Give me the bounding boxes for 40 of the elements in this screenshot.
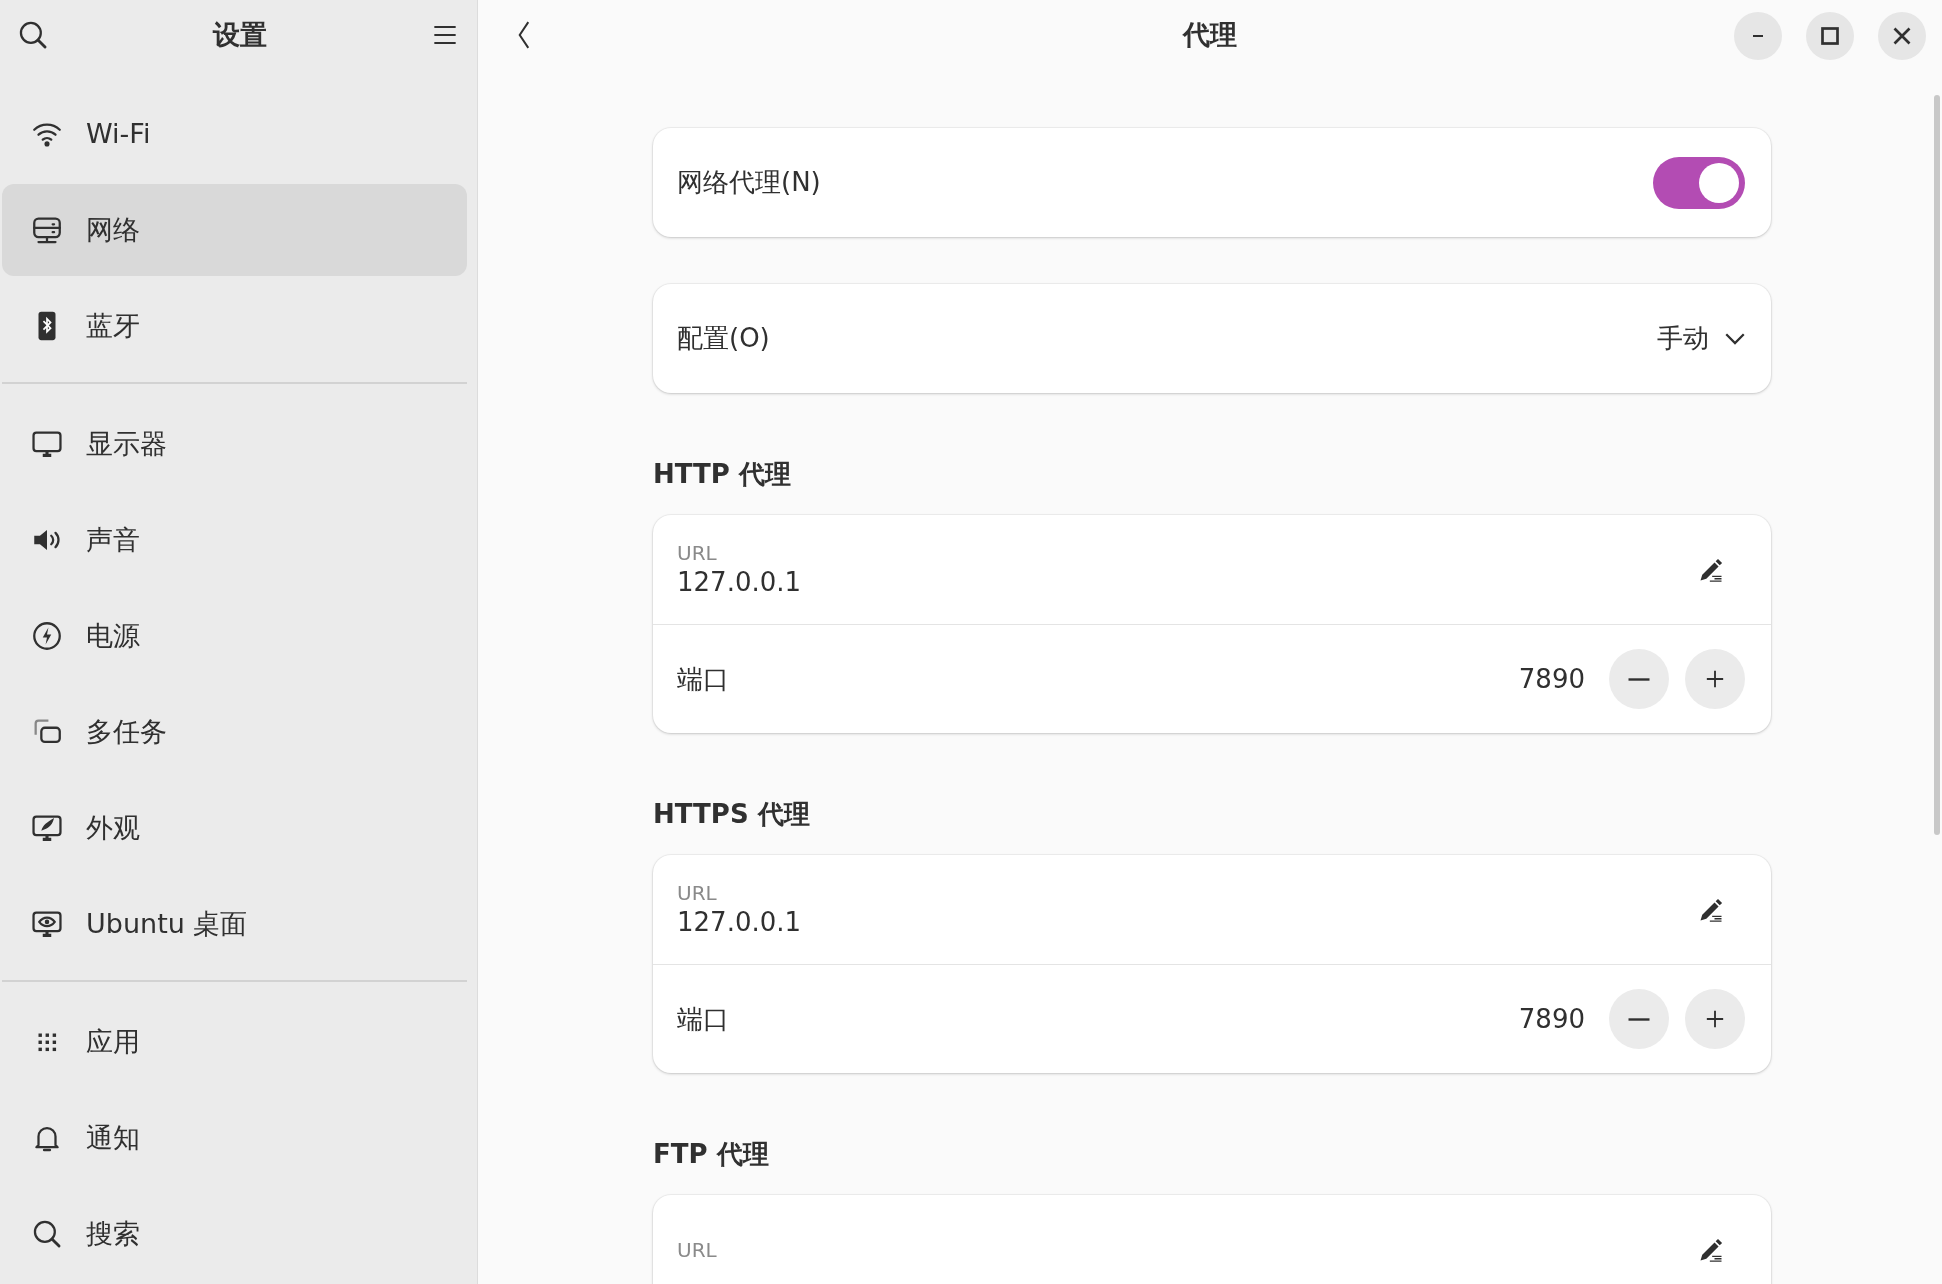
scrollbar[interactable]: [1934, 95, 1940, 835]
field-label: URL: [677, 1237, 717, 1262]
section-heading: FTP 代理: [653, 1138, 770, 1171]
field-label: URL: [677, 880, 718, 905]
section-heading: HTTP 代理: [653, 458, 792, 491]
maximize-button[interactable]: [1806, 12, 1854, 60]
sidebar-item[interactable]: 显示器: [2, 398, 467, 490]
url-value[interactable]: 127.0.0.1: [677, 564, 802, 599]
sidebar-item[interactable]: Ubuntu 桌面: [2, 878, 467, 970]
close-button[interactable]: [1878, 12, 1926, 60]
close-icon: [1893, 27, 1911, 45]
minus-icon: [1626, 677, 1652, 681]
dropdown[interactable]: 手动: [1657, 322, 1745, 355]
minimize-icon: [1752, 34, 1764, 38]
port-value[interactable]: 7890: [1518, 999, 1585, 1039]
row-label: 网络代理(N): [677, 166, 821, 199]
sidebar-item[interactable]: 蓝牙: [2, 280, 467, 372]
section-heading: HTTPS 代理: [653, 798, 811, 831]
sidebar-item[interactable]: 网络: [2, 184, 467, 276]
chevron-down-icon: [1725, 332, 1745, 345]
port-value[interactable]: 7890: [1518, 659, 1585, 699]
row-label: 端口: [677, 1002, 729, 1036]
url-value[interactable]: 127.0.0.1: [677, 904, 802, 939]
toggle-switch[interactable]: [1653, 156, 1745, 209]
sidebar-item[interactable]: 电源: [2, 590, 467, 682]
row-label: 配置(O): [677, 322, 770, 355]
minus-icon: [1626, 1017, 1652, 1021]
field-label: URL: [677, 540, 718, 565]
sidebar-item[interactable]: 多任务: [2, 686, 467, 778]
sidebar-item[interactable]: 通知: [2, 1092, 467, 1184]
page-title: 代理: [1183, 17, 1237, 52]
power-icon: [30, 619, 64, 653]
sidebar-item[interactable]: 应用: [2, 996, 467, 1088]
row-label: 端口: [677, 662, 729, 696]
sidebar-item[interactable]: 外观: [2, 782, 467, 874]
sidebar-item[interactable]: Wi-Fi: [2, 88, 467, 180]
sidebar-item[interactable]: 搜索: [2, 1188, 467, 1280]
sidebar-item[interactable]: 声音: [2, 494, 467, 586]
maximize-icon: [1821, 27, 1839, 45]
sidebar-title: 设置: [212, 17, 267, 52]
